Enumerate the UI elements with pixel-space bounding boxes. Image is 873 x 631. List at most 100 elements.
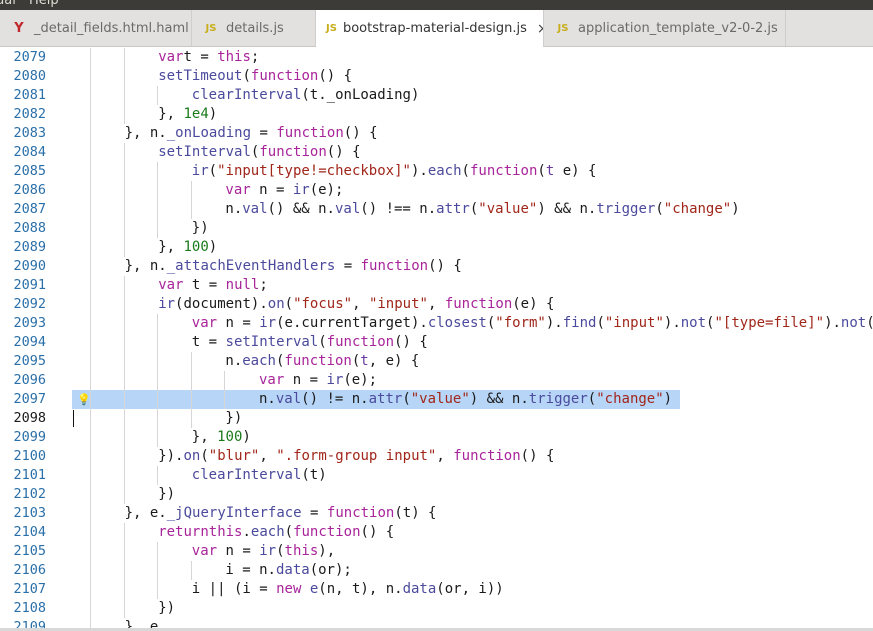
line-number: 2099 [13, 429, 46, 445]
indent-guide [157, 314, 158, 333]
code-line[interactable]: 2094 t = setInterval(function() { [0, 333, 873, 352]
code-line[interactable]: 2103}, e._jQueryInterface = function(t) … [0, 504, 873, 523]
code-line[interactable]: 2091 var t = null; [0, 276, 873, 295]
code-text: returnthis.each(function() { [158, 524, 395, 540]
indent-guide [124, 48, 125, 67]
code-line[interactable]: 2093 var n = ir(e.currentTarget).closest(… [0, 314, 873, 333]
indent-guide [90, 485, 91, 504]
code-line[interactable]: 💡 2097 n.val() != n.attr("value") && n.tri… [0, 390, 873, 409]
js-icon: JS [557, 22, 569, 34]
tab-bootstrap-material-design[interactable]: JS bootstrap-material-design.js × [316, 10, 544, 47]
code-line[interactable]: 2098}) [0, 409, 873, 428]
code-line[interactable]: 2092 ir(document).on("focus", "input", fu… [0, 295, 873, 314]
lightbulb-icon[interactable]: 💡 [77, 391, 91, 408]
code-line[interactable]: 2087 n.val() && n.val() !== n.attr("value… [0, 200, 873, 219]
code-text: n.each(function(t, e) { [225, 353, 420, 369]
line-number: 2097 [13, 391, 46, 407]
indent-guide [90, 124, 91, 143]
code-line[interactable]: 2090}, n._attachEventHandlers = function… [0, 257, 873, 276]
code-line[interactable]: 2080 setTimeout(function() { [0, 67, 873, 86]
indent-guide [124, 599, 125, 618]
code-line[interactable]: 2086 var n = ir(e); [0, 181, 873, 200]
line-number: 2082 [13, 106, 46, 122]
code-text: i || (i = new e(n, t), n.data(or, i)) [191, 581, 504, 597]
line-number: 2087 [13, 201, 46, 217]
indent-guide [191, 200, 192, 219]
line-number: 2104 [13, 524, 46, 540]
code-line[interactable]: 2101 clearInterval(t) [0, 466, 873, 485]
code-line[interactable]: 2089}, 100) [0, 238, 873, 257]
indent-guide [157, 466, 158, 485]
indent-guide [157, 352, 158, 371]
indent-guide [191, 352, 192, 371]
close-icon[interactable]: × [537, 21, 543, 37]
indent-guide [90, 504, 91, 523]
line-number: 2092 [13, 296, 46, 312]
indent-guide [124, 371, 125, 390]
code-text: var t = null; [158, 277, 268, 293]
code-text: }, n._attachEventHandlers = function() { [124, 258, 462, 274]
line-number: 2103 [13, 505, 46, 521]
indent-guide [90, 219, 91, 238]
code-line[interactable]: 2099}, 100) [0, 428, 873, 447]
code-text: clearInterval(t._onLoading) [191, 87, 420, 103]
line-number: 2098 [13, 410, 46, 426]
line-number: 2095 [13, 353, 46, 369]
code-line[interactable]: 2100}).on("blur", ".form-group input", f… [0, 447, 873, 466]
indent-guide [90, 257, 91, 276]
line-number: 2102 [13, 486, 46, 502]
code-line[interactable]: 2088}) [0, 219, 873, 238]
code-text: var n = ir(e.currentTarget).closest("for… [191, 315, 873, 331]
indent-guide [124, 447, 125, 466]
code-editor[interactable]: 2079 vart = this; 2080 setTimeout(function(… [0, 47, 873, 631]
indent-guide [124, 409, 125, 428]
code-line[interactable]: 2108}) [0, 599, 873, 618]
code-text: t = setInterval(function() { [191, 334, 428, 350]
indent-guide [157, 181, 158, 200]
code-line[interactable]: 2084 setInterval(function() { [0, 143, 873, 162]
menu-item-help[interactable]: Help [29, 0, 59, 9]
code-line[interactable]: 2095 n.each(function(t, e) { [0, 352, 873, 371]
code-line[interactable]: 2083}, n._onLoading = function() { [0, 124, 873, 143]
indent-guide [224, 371, 225, 390]
indent-guide [157, 86, 158, 105]
code-line[interactable]: 2082}, 1e4) [0, 105, 873, 124]
indent-guide [90, 105, 91, 124]
menu-item-manual[interactable]: ual [0, 0, 16, 9]
tab-label: details.js [226, 20, 284, 36]
line-number: 2107 [13, 581, 46, 597]
code-line[interactable]: 2079 vart = this; [0, 48, 873, 67]
code-line[interactable]: 2096 var n = ir(e); [0, 371, 873, 390]
tab-label: _detail_fields.html.haml [34, 20, 189, 36]
code-line[interactable]: 2105 var n = ir(this), [0, 542, 873, 561]
line-number: 2094 [13, 334, 46, 350]
tab-details-js[interactable]: JS details.js [192, 10, 316, 46]
code-line[interactable]: 2085 ir("input[type!=checkbox]").each(fun… [0, 162, 873, 181]
tab-bar: Y _detail_fields.html.haml JS details.js… [0, 10, 873, 47]
indent-guide [157, 371, 158, 390]
indent-guide [157, 542, 158, 561]
tab-application-template[interactable]: JS application_template_v2-0-2.js [544, 10, 786, 46]
tab-label: application_template_v2-0-2.js [578, 20, 778, 36]
indent-guide [124, 580, 125, 599]
code-text: }) [191, 220, 209, 236]
code-line[interactable]: 2102}) [0, 485, 873, 504]
code-text: }) [158, 600, 176, 616]
line-number: 2089 [13, 239, 46, 255]
code-line[interactable]: 2081 clearInterval(t._onLoading) [0, 86, 873, 105]
indent-guide [90, 409, 91, 428]
js-icon: JS [205, 22, 217, 34]
code-text: var n = ir(e); [259, 372, 378, 388]
code-text: }) [225, 410, 243, 426]
code-text: setInterval(function() { [158, 144, 361, 160]
code-line[interactable]: 2107 i || (i = new e(n, t), n.data(or, i)… [0, 580, 873, 599]
indent-guide [90, 371, 91, 390]
indent-guide [90, 523, 91, 542]
indent-guide [90, 542, 91, 561]
indent-guide [124, 352, 125, 371]
indent-guide [191, 371, 192, 390]
code-line[interactable]: 2104 returnthis.each(function() { [0, 523, 873, 542]
indent-guide [90, 599, 91, 618]
code-line[interactable]: 2106 i = n.data(or); [0, 561, 873, 580]
tab-detail-fields[interactable]: Y _detail_fields.html.haml [0, 10, 192, 46]
